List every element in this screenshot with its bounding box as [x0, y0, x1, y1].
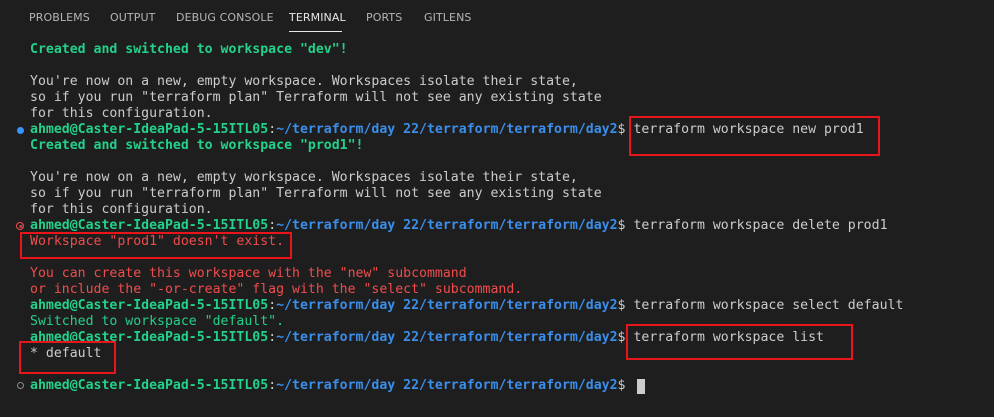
prompt-line: ahmed@Caster-IdeaPad-5-15ITL05:~/terrafo…	[30, 330, 824, 346]
active-tab-indicator	[289, 31, 342, 32]
command-error-decoration-icon[interactable]	[16, 222, 24, 230]
terminal-cursor	[637, 379, 645, 394]
prompt-symbol: $	[617, 218, 634, 233]
output-info-line: for this configuration.	[30, 202, 213, 217]
command-select-default: terraform workspace select default	[633, 298, 904, 313]
panel-tab-bar: PROBLEMS OUTPUT DEBUG CONSOLE TERMINAL P…	[0, 0, 994, 36]
output-hint-line: You can create this workspace with the "…	[30, 266, 467, 281]
tab-problems[interactable]: PROBLEMS	[29, 11, 90, 24]
prompt-separator: :	[268, 122, 277, 137]
command-new-prod1: terraform workspace new prod1	[633, 122, 864, 137]
prompt-user: ahmed@Caster-IdeaPad-5-15ITL05	[30, 298, 269, 313]
prompt-path: ~/terraform/day 22/terraform/terraform/d…	[276, 330, 618, 345]
prompt-symbol: $	[617, 330, 634, 345]
output-created-prod1: Created and switched to workspace "prod1…	[30, 138, 364, 153]
prompt-separator: :	[268, 378, 277, 393]
prompt-separator: :	[268, 218, 277, 233]
prompt-user: ahmed@Caster-IdeaPad-5-15ITL05	[30, 218, 269, 233]
prompt-user: ahmed@Caster-IdeaPad-5-15ITL05	[30, 122, 269, 137]
output-workspace-list-item: * default	[30, 346, 102, 361]
current-prompt-line: ahmed@Caster-IdeaPad-5-15ITL05:~/terrafo…	[30, 378, 633, 394]
prompt-user: ahmed@Caster-IdeaPad-5-15ITL05	[30, 330, 269, 345]
prompt-line: ahmed@Caster-IdeaPad-5-15ITL05:~/terrafo…	[30, 298, 903, 314]
output-info-line: so if you run "terraform plan" Terraform…	[30, 186, 602, 201]
prompt-line: ahmed@Caster-IdeaPad-5-15ITL05:~/terrafo…	[30, 218, 888, 234]
prompt-path: ~/terraform/day 22/terraform/terraform/d…	[276, 298, 618, 313]
command-delete-prod1: terraform workspace delete prod1	[633, 218, 888, 233]
output-info-line: so if you run "terraform plan" Terraform…	[30, 90, 602, 105]
output-hint-line: or include the "-or-create" flag with th…	[30, 282, 523, 297]
prompt-path: ~/terraform/day 22/terraform/terraform/d…	[276, 122, 618, 137]
prompt-line: ahmed@Caster-IdeaPad-5-15ITL05:~/terrafo…	[30, 122, 864, 138]
output-info-line: You're now on a new, empty workspace. Wo…	[30, 74, 578, 89]
tab-terminal[interactable]: TERMINAL	[289, 11, 346, 24]
output-created-dev: Created and switched to workspace "dev"!	[30, 42, 348, 57]
command-success-decoration-icon[interactable]	[17, 127, 24, 134]
tab-gitlens[interactable]: GITLENS	[424, 11, 471, 24]
output-info-line: for this configuration.	[30, 106, 213, 121]
prompt-symbol: $	[617, 122, 634, 137]
prompt-symbol: $	[617, 298, 634, 313]
prompt-symbol: $	[617, 378, 634, 393]
prompt-path: ~/terraform/day 22/terraform/terraform/d…	[276, 218, 618, 233]
output-info-line: You're now on a new, empty workspace. Wo…	[30, 170, 578, 185]
output-error-message: Workspace "prod1" doesn't exist.	[30, 234, 285, 249]
prompt-separator: :	[268, 298, 277, 313]
output-switched-default: Switched to workspace "default".	[30, 314, 285, 329]
tab-ports[interactable]: PORTS	[366, 11, 402, 24]
command-pending-decoration-icon[interactable]	[17, 382, 24, 389]
tab-debug-console[interactable]: DEBUG CONSOLE	[176, 11, 274, 24]
prompt-separator: :	[268, 330, 277, 345]
prompt-path: ~/terraform/day 22/terraform/terraform/d…	[276, 378, 618, 393]
tab-output[interactable]: OUTPUT	[110, 11, 155, 24]
prompt-user: ahmed@Caster-IdeaPad-5-15ITL05	[30, 378, 269, 393]
command-list: terraform workspace list	[633, 330, 824, 345]
